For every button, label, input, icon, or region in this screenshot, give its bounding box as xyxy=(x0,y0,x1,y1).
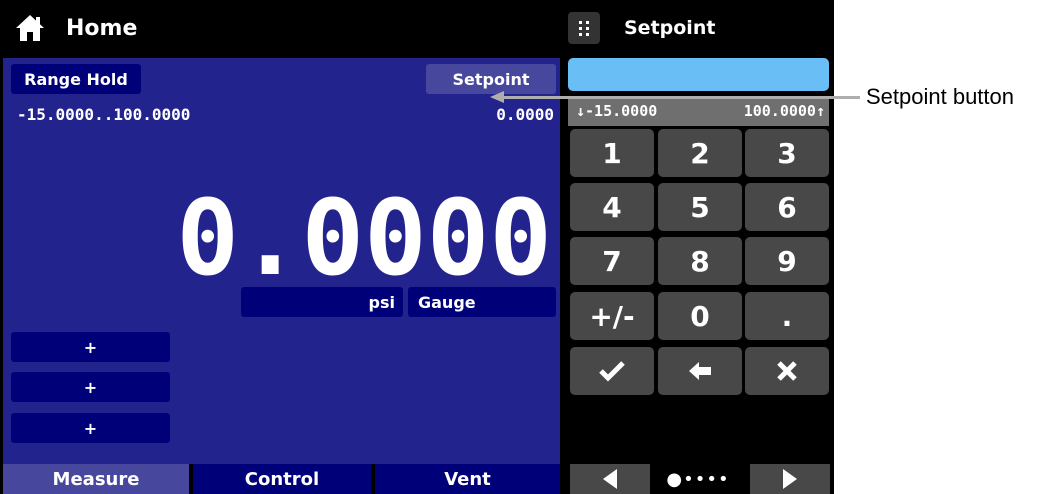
min-label: ↓-15.0000 xyxy=(576,102,658,120)
next-page-button[interactable] xyxy=(750,464,830,494)
max-label: 100.0000↑ xyxy=(743,102,825,120)
checkmark-icon xyxy=(599,361,625,382)
key-1[interactable]: 1 xyxy=(570,129,654,177)
key-6[interactable]: 6 xyxy=(745,183,829,231)
key-5[interactable]: 5 xyxy=(658,183,742,231)
callout-line xyxy=(498,96,860,99)
key-decimal[interactable]: . xyxy=(745,292,829,340)
keypad-header: Setpoint xyxy=(562,0,834,56)
triangle-left-icon xyxy=(603,469,617,489)
keypad-title: Setpoint xyxy=(624,17,716,39)
key-plus-minus[interactable]: +/- xyxy=(570,292,654,340)
key-4[interactable]: 4 xyxy=(570,183,654,231)
home-header: Home xyxy=(0,0,562,56)
page-title: Home xyxy=(66,15,138,41)
range-text: -15.0000..100.0000 xyxy=(17,105,191,124)
device-screen: Home Setpoint Range Hold Setpoint -15.00… xyxy=(0,0,834,494)
plus-button-3[interactable]: + xyxy=(11,413,170,443)
cancel-button[interactable] xyxy=(745,347,829,395)
callout-label: Setpoint button xyxy=(866,84,1015,109)
unit-button[interactable]: psi xyxy=(241,287,403,317)
key-8[interactable]: 8 xyxy=(658,237,742,285)
key-0[interactable]: 0 xyxy=(658,292,742,340)
key-7[interactable]: 7 xyxy=(570,237,654,285)
close-icon xyxy=(777,361,797,381)
plus-button-2[interactable]: + xyxy=(11,372,170,402)
pressure-reading: 0.0000 xyxy=(176,177,552,299)
setpoint-input[interactable] xyxy=(568,58,829,91)
backspace-button[interactable] xyxy=(658,347,742,395)
key-2[interactable]: 2 xyxy=(658,129,742,177)
range-hold-button[interactable]: Range Hold xyxy=(11,64,141,94)
tab-control[interactable]: Control xyxy=(193,464,371,494)
page-indicator: ●•••• xyxy=(654,464,742,494)
measurement-panel: Range Hold Setpoint -15.0000..100.0000 0… xyxy=(3,58,560,464)
callout-arrowhead xyxy=(490,91,504,103)
triangle-right-icon xyxy=(783,469,797,489)
tab-measure[interactable]: Measure xyxy=(3,464,189,494)
setpoint-value: 0.0000 xyxy=(496,105,554,124)
plus-button-1[interactable]: + xyxy=(11,332,170,362)
home-icon[interactable] xyxy=(14,12,46,44)
accept-button[interactable] xyxy=(570,347,654,395)
keypad-range-bar: ↓-15.0000 100.0000↑ xyxy=(568,96,829,126)
mode-button[interactable]: Gauge xyxy=(408,287,556,317)
grid-menu-icon[interactable] xyxy=(568,12,600,44)
prev-page-button[interactable] xyxy=(570,464,650,494)
key-9[interactable]: 9 xyxy=(745,237,829,285)
arrow-left-icon xyxy=(689,362,711,380)
key-3[interactable]: 3 xyxy=(745,129,829,177)
tab-vent[interactable]: Vent xyxy=(375,464,560,494)
